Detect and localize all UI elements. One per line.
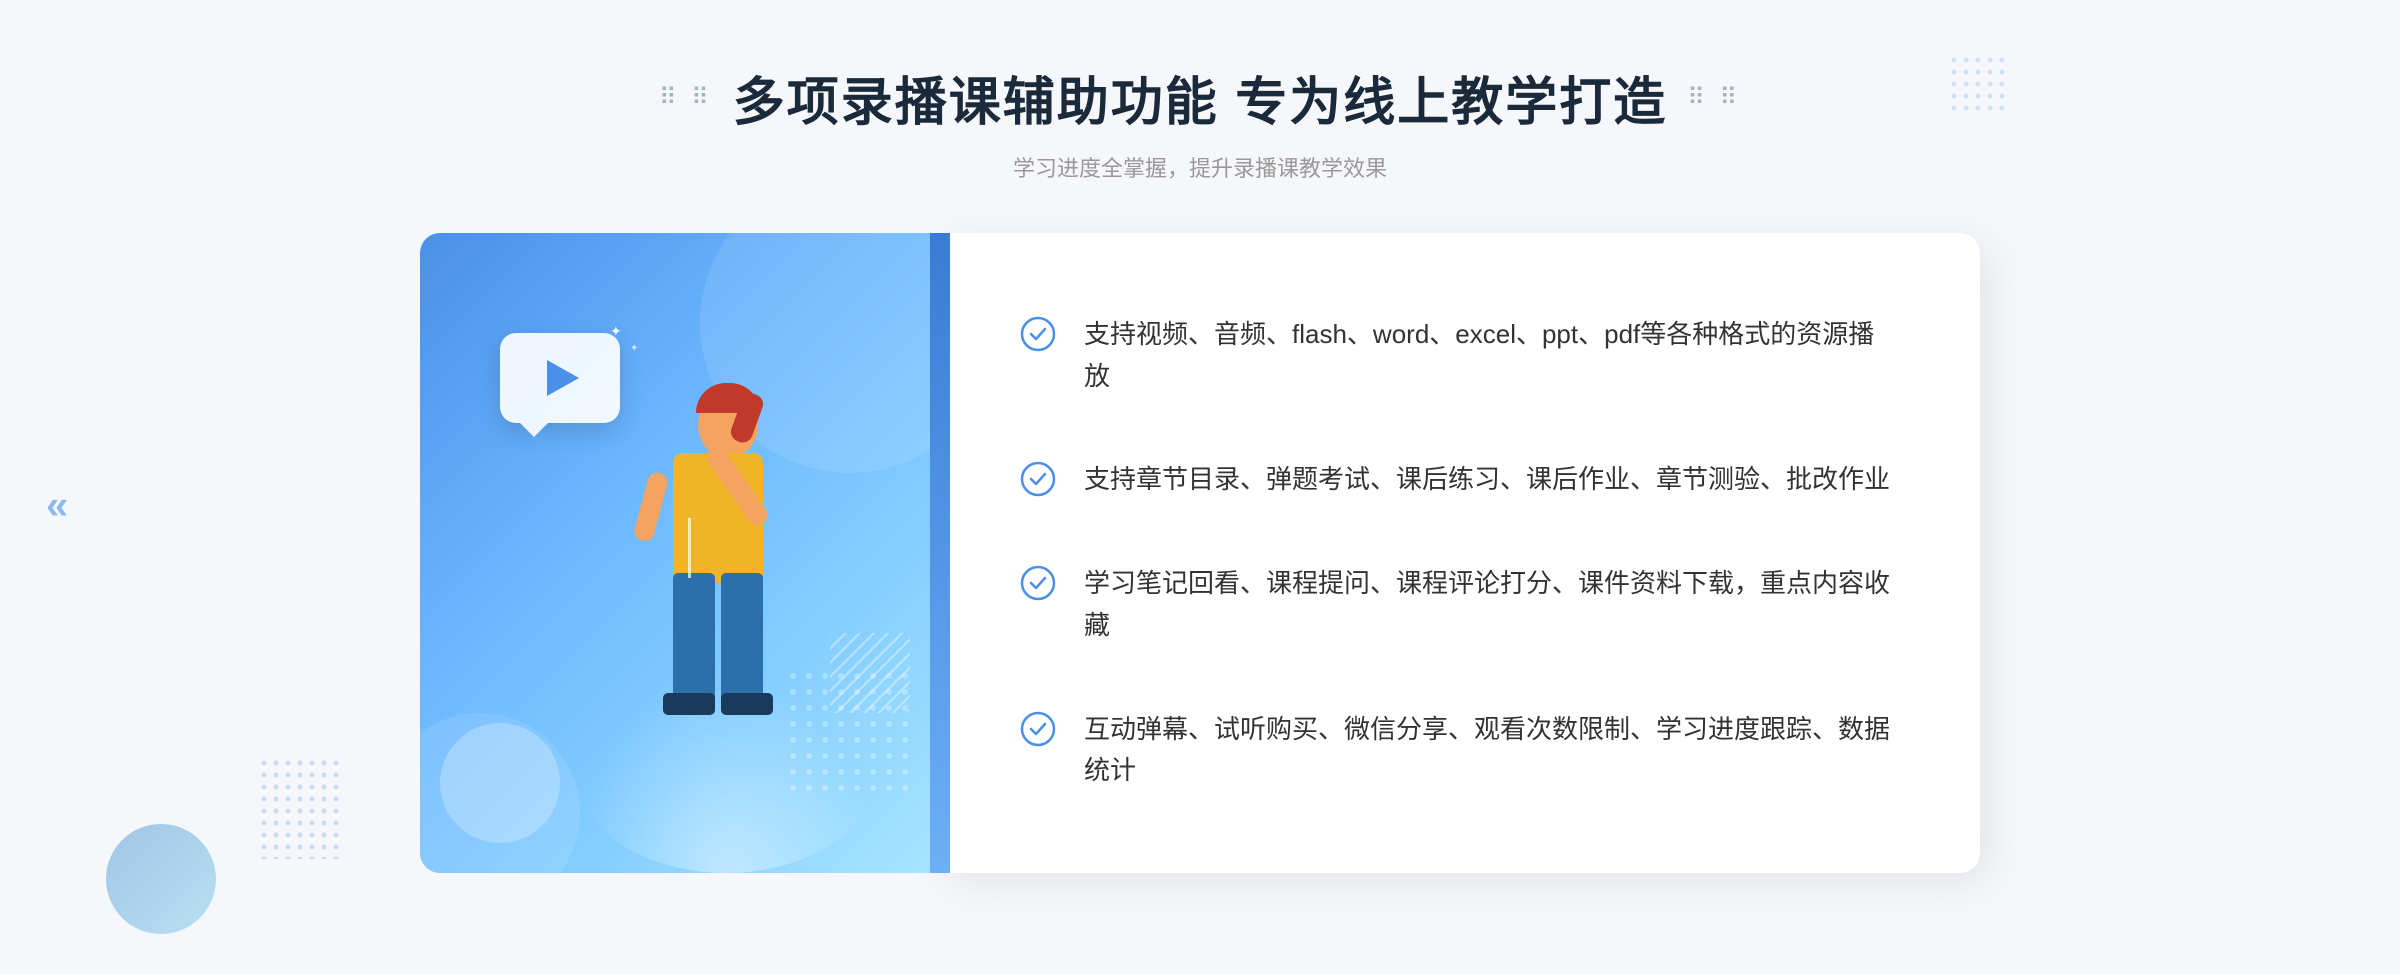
figure-illustration (568, 373, 848, 873)
figure-pants-right (721, 573, 763, 703)
header-decorators: ⠿ ⠿ 多项录播课辅助功能 专为线上教学打造 ⠿ ⠿ (659, 60, 1741, 135)
dot-item (886, 753, 892, 759)
dot-item (902, 769, 908, 775)
dot-item (886, 785, 892, 791)
dot-item (886, 737, 892, 743)
dot-item (902, 737, 908, 743)
dot-item (870, 737, 876, 743)
dot-item (902, 721, 908, 727)
header-section: ⠿ ⠿ 多项录播课辅助功能 专为线上教学打造 ⠿ ⠿ 学习进度全掌握，提升录播课… (659, 0, 1741, 183)
check-icon-1 (1020, 316, 1056, 352)
figure-shoe-left (663, 693, 715, 715)
feature-text-4: 互动弹幕、试听购买、微信分享、观看次数限制、学习进度跟踪、数据统计 (1084, 709, 1900, 792)
dot-item (902, 785, 908, 791)
figure-string (688, 518, 691, 578)
left-card: ✦ ✦ (420, 233, 940, 873)
bottom-left-circle (106, 824, 216, 934)
figure-shoe-right (721, 693, 773, 715)
decorator-right-icon: ⠿ ⠿ (1687, 83, 1741, 112)
sparkle-icon-2: ✦ (630, 343, 638, 354)
feature-item-4: 互动弹幕、试听购买、微信分享、观看次数限制、学习进度跟踪、数据统计 (1020, 689, 1900, 812)
stripes-deco (830, 633, 910, 713)
sub-title: 学习进度全掌握，提升录播课教学效果 (659, 151, 1741, 183)
left-dots-decoration (260, 759, 340, 864)
feature-text-2: 支持章节目录、弹题考试、课后练习、课后作业、章节测验、批改作业 (1084, 459, 1890, 501)
main-title: 多项录播课辅助功能 专为线上教学打造 (733, 60, 1667, 135)
right-panel: 支持视频、音频、flash、word、excel、ppt、pdf等各种格式的资源… (940, 233, 1980, 873)
feature-text-3: 学习笔记回看、课程提问、课程评论打分、课件资料下载，重点内容收藏 (1084, 563, 1900, 646)
right-dots-decoration (1950, 56, 2010, 121)
check-icon-4 (1020, 711, 1056, 747)
left-arrow-icon: « (46, 484, 68, 529)
dot-item (870, 721, 876, 727)
dot-item (886, 721, 892, 727)
feature-text-1: 支持视频、音频、flash、word、excel、ppt、pdf等各种格式的资源… (1084, 314, 1900, 397)
check-icon-3 (1020, 565, 1056, 601)
page-container: ⠿ ⠿ 多项录播课辅助功能 专为线上教学打造 ⠿ ⠿ 学习进度全掌握，提升录播课… (0, 0, 2400, 974)
decorator-left-icon: ⠿ ⠿ (659, 83, 713, 112)
figure-arm-left (632, 470, 669, 543)
left-card-inner: ✦ ✦ (420, 233, 940, 873)
feature-item-1: 支持视频、音频、flash、word、excel、ppt、pdf等各种格式的资源… (1020, 294, 1900, 417)
dot-item (886, 769, 892, 775)
bottom-circle-deco (440, 723, 560, 843)
check-icon-2 (1020, 461, 1056, 497)
feature-item-2: 支持章节目录、弹题考试、课后练习、课后作业、章节测验、批改作业 (1020, 439, 1900, 521)
content-area: ✦ ✦ (420, 233, 1980, 873)
sparkle-icon-1: ✦ (610, 323, 622, 340)
figure-pants-left (673, 573, 715, 703)
dot-item (902, 753, 908, 759)
blue-accent-bar (930, 233, 950, 873)
feature-item-3: 学习笔记回看、课程提问、课程评论打分、课件资料下载，重点内容收藏 (1020, 543, 1900, 666)
